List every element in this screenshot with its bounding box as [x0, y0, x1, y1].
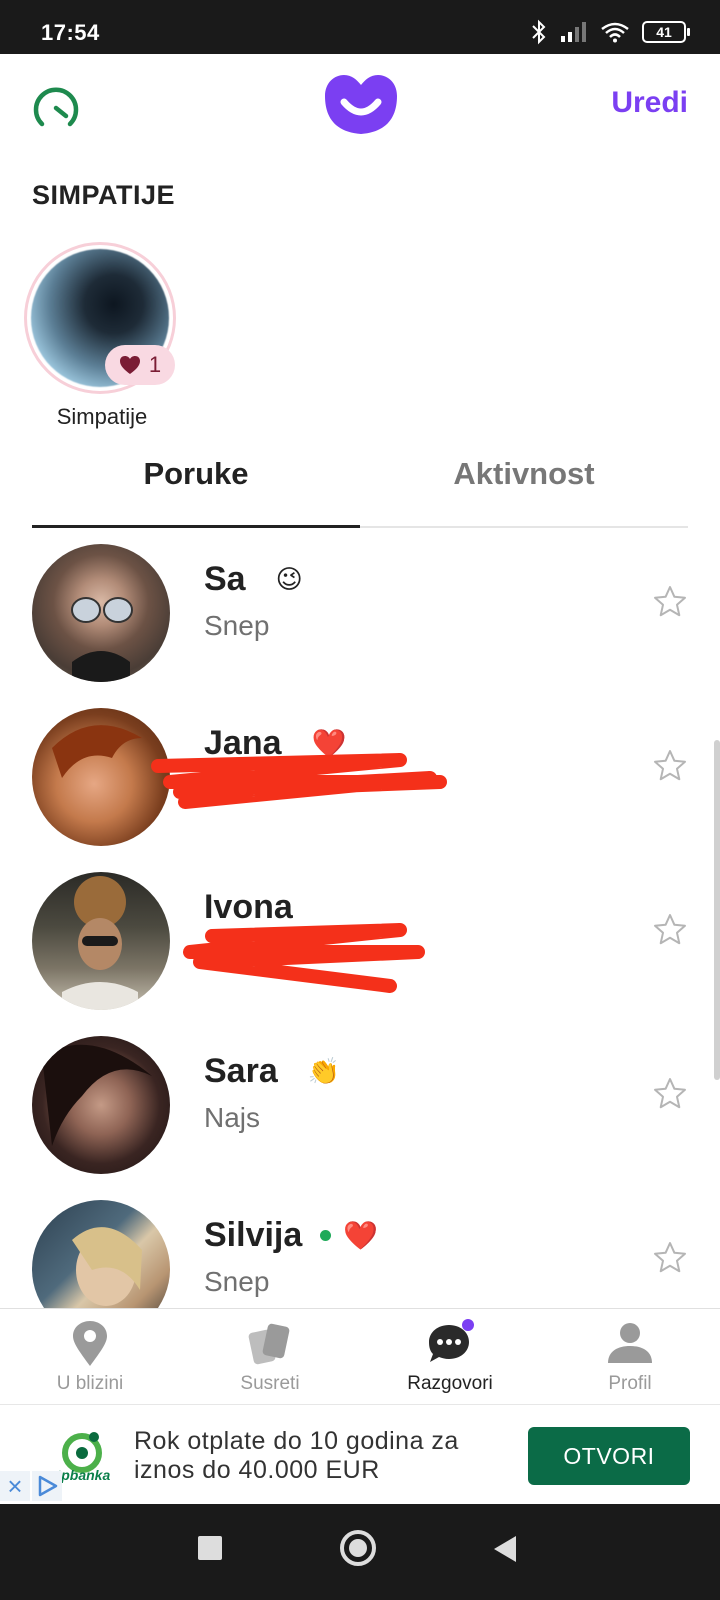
chat-bubble-icon: [429, 1319, 474, 1362]
nav-label: Susreti: [240, 1373, 300, 1394]
home-button[interactable]: [340, 1530, 376, 1566]
likes-section-title: SIMPATIJE: [32, 180, 176, 210]
chat-name: Sara: [204, 1052, 278, 1090]
ad-choices-icon[interactable]: [32, 1471, 62, 1501]
chat-name-line: Sa 😉: [204, 560, 303, 599]
cards-icon: [248, 1323, 290, 1365]
avatar: [32, 1200, 170, 1308]
ad-text: Rok otplate do 10 godina za iznos do 40.…: [134, 1427, 459, 1484]
nav-label: Razgovori: [407, 1373, 493, 1394]
person-icon: [608, 1323, 652, 1363]
star-icon[interactable]: [652, 912, 688, 948]
scrollbar[interactable]: [714, 740, 720, 1080]
star-icon[interactable]: [652, 1076, 688, 1112]
wifi-icon: [601, 22, 629, 43]
chat-name: Silvija: [204, 1216, 303, 1254]
redaction-scribble: [183, 923, 425, 993]
status-time: 17:54: [41, 20, 100, 45]
battery-level: 41: [656, 24, 672, 40]
chat-name-line: Sara 👏: [204, 1052, 340, 1091]
likes-count: 1: [148, 352, 162, 377]
bottom-nav: U blizini Susreti Razgovori Profil: [0, 1308, 720, 1404]
nav-chats[interactable]: Razgovori: [360, 1309, 540, 1404]
likes-count-badge: 1: [105, 345, 175, 385]
chat-row[interactable]: Jana ❤️: [0, 692, 720, 856]
chat-list[interactable]: Sa 😉 Snep Jana ❤️ Ivona Sara 👏 Najs Silv…: [0, 528, 720, 1308]
wink-emoji: 😉: [275, 564, 303, 594]
app-logo-icon: [325, 75, 397, 134]
chat-preview: Snep: [204, 610, 270, 641]
status-icons: 41: [530, 18, 690, 46]
star-icon[interactable]: [652, 1240, 688, 1276]
clap-emoji: 👏: [307, 1056, 341, 1086]
ad-banner[interactable]: otpbanka Rok otplate do 10 godina za izn…: [0, 1404, 720, 1504]
back-button[interactable]: [494, 1536, 516, 1562]
nav-encounters[interactable]: Susreti: [180, 1309, 360, 1404]
system-nav-bar: [0, 1504, 720, 1600]
chat-name-line: Silvija ❤️: [204, 1216, 378, 1255]
chat-row[interactable]: Ivona: [0, 856, 720, 1020]
nav-label: Profil: [608, 1373, 652, 1394]
battery-icon: 41: [642, 21, 690, 43]
online-status-dot: [320, 1230, 332, 1241]
likes-label: Simpatije: [56, 404, 148, 429]
tab-activity[interactable]: Aktivnost: [360, 440, 688, 526]
close-icon[interactable]: ×: [0, 1471, 30, 1501]
chat-row[interactable]: Sara 👏 Najs: [0, 1020, 720, 1184]
star-icon[interactable]: [652, 748, 688, 784]
likes-tile[interactable]: 1 Simpatije: [24, 242, 180, 430]
chat-preview: Najs: [204, 1102, 261, 1133]
nav-label: U blizini: [56, 1373, 124, 1394]
edit-button[interactable]: Uredi: [611, 86, 688, 120]
nav-profile[interactable]: Profil: [540, 1309, 720, 1404]
chat-preview: Snep: [204, 1266, 270, 1297]
chat-name: Sa: [204, 560, 246, 598]
status-bar: 17:54 41: [0, 0, 720, 54]
star-icon[interactable]: [652, 584, 688, 620]
signal-icon: [561, 22, 586, 42]
avatar: [32, 544, 170, 682]
ad-open-button[interactable]: OTVORI: [528, 1427, 690, 1485]
location-pin-icon: [73, 1321, 107, 1366]
heart-icon: [119, 356, 140, 374]
chat-row[interactable]: Silvija ❤️ Snep: [0, 1184, 720, 1308]
redaction-scribble: [151, 753, 447, 809]
bluetooth-icon: [532, 19, 546, 45]
nav-nearby[interactable]: U blizini: [0, 1309, 180, 1404]
speedometer-icon[interactable]: [30, 80, 82, 132]
tab-bar: Poruke Aktivnost: [32, 440, 688, 528]
likes-avatar-ring: 1: [24, 242, 176, 394]
recents-button[interactable]: [198, 1536, 222, 1560]
top-bar: Uredi: [0, 54, 720, 154]
avatar: [32, 1036, 170, 1174]
tab-messages[interactable]: Poruke: [32, 440, 360, 528]
heart-emoji: ❤️: [343, 1220, 379, 1251]
chat-row[interactable]: Sa 😉 Snep: [0, 528, 720, 692]
